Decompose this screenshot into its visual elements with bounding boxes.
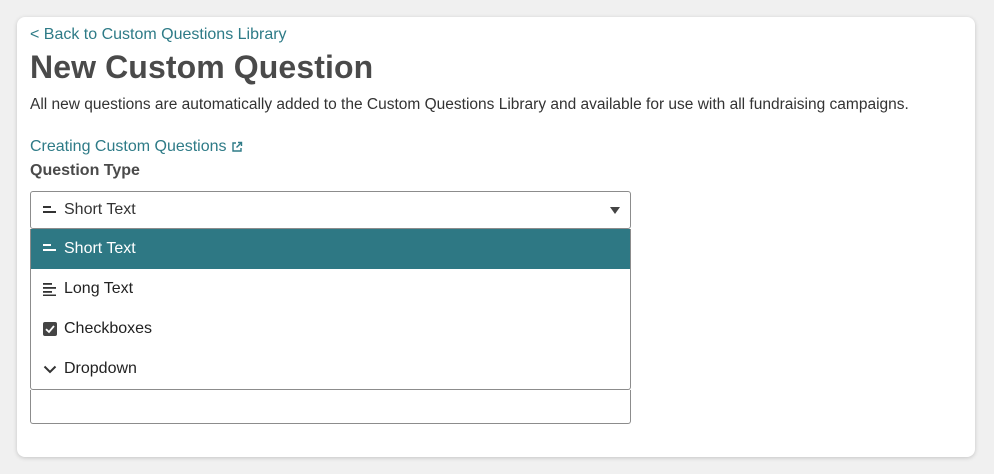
page-title: New Custom Question — [30, 49, 374, 85]
option-label: Long Text — [64, 280, 134, 297]
long-text-icon — [43, 283, 56, 296]
new-question-card: < Back to Custom Questions Library New C… — [17, 17, 975, 457]
caret-down-icon — [610, 207, 620, 214]
creating-custom-questions-link[interactable]: Creating Custom Questions — [30, 138, 243, 156]
question-type-select[interactable]: Short Text — [30, 191, 631, 229]
help-link-label: Creating Custom Questions — [30, 138, 227, 155]
option-checkboxes[interactable]: Checkboxes — [31, 309, 630, 349]
back-to-library-link[interactable]: < Back to Custom Questions Library — [30, 26, 287, 44]
short-text-icon — [43, 244, 56, 251]
option-label: Dropdown — [64, 360, 137, 377]
page-description: All new questions are automatically adde… — [30, 96, 909, 113]
option-label: Short Text — [64, 240, 136, 257]
option-long-text[interactable]: Long Text — [31, 269, 630, 309]
question-type-menu: Short Text Long Text Checkboxes Dropdown — [30, 229, 631, 390]
question-type-selected-value: Short Text — [64, 201, 136, 218]
question-type-label: Question Type — [30, 162, 140, 179]
checkbox-icon — [43, 322, 57, 336]
option-label: Checkboxes — [64, 320, 153, 337]
external-link-icon — [231, 141, 242, 152]
obscured-input-field[interactable] — [30, 390, 631, 424]
option-dropdown[interactable]: Dropdown — [31, 349, 630, 389]
option-short-text[interactable]: Short Text — [31, 229, 630, 269]
chevron-down-icon — [43, 365, 57, 374]
short-text-icon — [43, 206, 56, 213]
